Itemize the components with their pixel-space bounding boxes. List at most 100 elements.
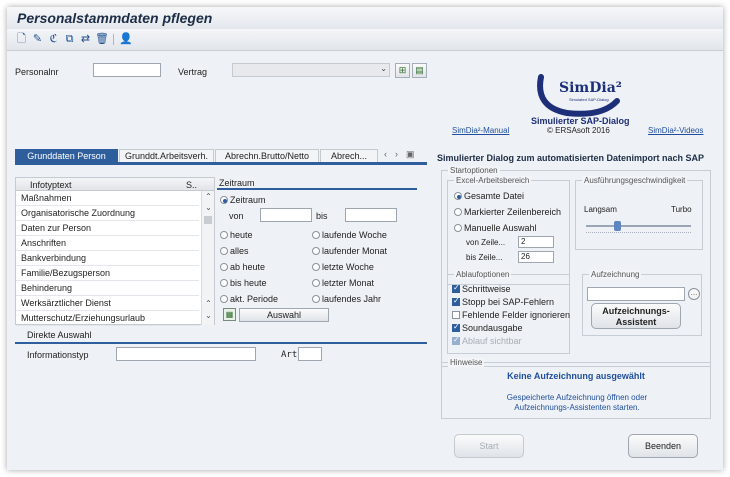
- bis-date-input[interactable]: [345, 208, 397, 222]
- checkbox-stopp-sap-fehler[interactable]: Stopp bei SAP-Fehlern: [452, 296, 554, 307]
- table-row[interactable]: Bankverbindung: [16, 251, 199, 266]
- tab-grunddt-arbeitsverh[interactable]: Grunddt.Arbeitsverh.: [119, 149, 214, 162]
- scroll-up-icon[interactable]: ⌃: [202, 192, 215, 201]
- start-button[interactable]: Start: [454, 434, 524, 458]
- checkbox-soundausgabe[interactable]: Soundausgabe: [452, 322, 523, 333]
- tab-abrechn-brutto-netto[interactable]: Abrechn.Brutto/Netto: [215, 149, 319, 162]
- von-zeile-input[interactable]: 2: [518, 236, 554, 248]
- radio-manuelle-auswahl[interactable]: Manuelle Auswahl: [454, 223, 537, 233]
- simdia-videos-link[interactable]: SimDia²-Videos: [648, 126, 703, 135]
- radio-dot: [312, 295, 320, 303]
- personalnr-label: Personalnr: [15, 67, 59, 77]
- aufzeichnungs-assistent-button[interactable]: Aufzeichnungs-Assistent: [591, 303, 681, 329]
- radio-alles[interactable]: alles: [220, 246, 249, 256]
- radio-dot: [312, 247, 320, 255]
- checkbox-box: [452, 335, 460, 345]
- infotype-col-status: S..: [186, 180, 198, 190]
- hinweise-text: Gespeicherte Aufzeichnung öffnen oder Au…: [506, 393, 648, 412]
- zeitraum-header: Zeitraum: [217, 177, 417, 190]
- radio-dot: [312, 279, 320, 287]
- radio-letzte-woche[interactable]: letzte Woche: [312, 262, 374, 272]
- simdia-heading: Simulierter Dialog zum automatisierten D…: [437, 153, 705, 163]
- simdia-manual-link[interactable]: SimDia²-Manual: [452, 126, 509, 135]
- radio-dot: [312, 231, 320, 239]
- radio-laufendes-jahr[interactable]: laufendes Jahr: [312, 294, 381, 304]
- radio-dot: [220, 247, 228, 255]
- zeitraum-group: Zeitraum Zeitraum von bis heute alles ab…: [217, 177, 417, 325]
- user-icon[interactable]: 👤: [119, 33, 133, 46]
- bis-zeile-label: bis Zeile...: [466, 253, 503, 262]
- scroll-up-icon[interactable]: ⌃: [202, 299, 215, 308]
- radio-bis-heute[interactable]: bis heute: [220, 278, 267, 288]
- sap-window: Personalstammdaten pflegen 🗋 ✎ ℭ ⧉ ⇄ 🗑 👤…: [7, 7, 723, 470]
- zeitraum-title: Zeitraum: [219, 178, 255, 188]
- art-label: Art: [281, 350, 298, 360]
- table-row[interactable]: Mutterschutz/Erziehungsurlaub: [16, 311, 199, 326]
- informationstyp-input[interactable]: [116, 347, 256, 361]
- ausfuehrungsgeschwindigkeit-group: Ausführungsgeschwindigkeit Langsam Turbo: [575, 176, 703, 250]
- chevron-down-icon: ⌄: [380, 64, 387, 73]
- aufzeichnung-input[interactable]: [587, 287, 685, 301]
- tab-underline: [15, 162, 427, 165]
- copy-icon[interactable]: ⧉: [63, 33, 76, 46]
- personalnr-input[interactable]: [93, 63, 161, 77]
- bis-label: bis: [316, 211, 328, 221]
- tab-next-icon[interactable]: ›: [395, 149, 398, 159]
- auswahl-button[interactable]: Auswahl: [239, 308, 329, 322]
- new-icon[interactable]: 🗋: [15, 33, 28, 46]
- radio-dot: [220, 263, 228, 271]
- display-icon[interactable]: ℭ: [47, 33, 60, 46]
- delete-icon[interactable]: 🗑: [95, 33, 109, 46]
- radio-markierter-zeilenbereich[interactable]: Markierter Zeilenbereich: [454, 207, 561, 217]
- scroll-thumb[interactable]: [204, 216, 212, 224]
- table-row[interactable]: Anschriften: [16, 236, 199, 251]
- scroll-down-icon[interactable]: ⌄: [202, 203, 215, 212]
- radio-akt-periode[interactable]: akt. Periode: [220, 294, 278, 304]
- direkte-auswahl-underline: [15, 342, 427, 344]
- table-row[interactable]: Daten zur Person: [16, 221, 199, 236]
- checkbox-ablauf-sichtbar: Ablauf sichtbar: [452, 335, 522, 346]
- table-row[interactable]: Maßnahmen: [16, 191, 199, 206]
- vertrag-select[interactable]: ⌄: [232, 63, 390, 77]
- speed-fast-label: Turbo: [671, 205, 692, 214]
- transfer-icon[interactable]: ⇄: [79, 33, 92, 46]
- tab-grunddaten-person[interactable]: Grunddaten Person: [15, 149, 118, 162]
- infotype-scrollbar[interactable]: ⌃ ⌄ ⌃ ⌄: [201, 191, 214, 325]
- edit-icon[interactable]: ✎: [31, 33, 44, 46]
- table-row[interactable]: Behinderung: [16, 281, 199, 296]
- radio-heute[interactable]: heute: [220, 230, 253, 240]
- org-structure-icon[interactable]: ⊞: [395, 63, 410, 78]
- radio-zeitraum[interactable]: Zeitraum: [220, 195, 266, 205]
- radio-laufende-woche[interactable]: laufende Woche: [312, 230, 387, 240]
- tab-abrech[interactable]: Abrech...: [320, 149, 378, 162]
- tab-list-icon[interactable]: ▣: [406, 149, 415, 160]
- radio-letzter-monat[interactable]: letzter Monat: [312, 278, 374, 288]
- bis-zeile-input[interactable]: 26: [518, 251, 554, 263]
- table-row[interactable]: Organisatorische Zuordnung: [16, 206, 199, 221]
- tab-prev-icon[interactable]: ‹: [384, 149, 387, 159]
- radio-gesamte-datei[interactable]: Gesamte Datei: [454, 191, 524, 201]
- radio-ab-heute[interactable]: ab heute: [220, 262, 265, 272]
- radio-dot: [454, 224, 462, 232]
- von-date-input[interactable]: [260, 208, 312, 222]
- speed-slider-track[interactable]: [586, 225, 691, 227]
- calendar-icon[interactable]: ▦: [223, 308, 236, 321]
- checkbox-schrittweise[interactable]: Schrittweise: [452, 283, 511, 294]
- table-row[interactable]: Werksärztlicher Dienst: [16, 296, 199, 311]
- scroll-down-icon[interactable]: ⌄: [202, 311, 215, 320]
- checkbox-box: [452, 283, 460, 293]
- radio-laufender-monat[interactable]: laufender Monat: [312, 246, 387, 256]
- radio-dot: [220, 279, 228, 287]
- browse-icon[interactable]: …: [688, 288, 700, 300]
- checkbox-fehlende-felder[interactable]: Fehlende Felder ignorieren: [452, 310, 570, 320]
- art-input[interactable]: [298, 347, 322, 361]
- speed-slider-thumb[interactable]: [614, 221, 621, 231]
- radio-dot: [220, 295, 228, 303]
- table-row[interactable]: Familie/Bezugsperson: [16, 266, 199, 281]
- excel-arbeitsbereich-title: Excel-Arbeitsbereich: [454, 176, 532, 185]
- radio-label: heute: [230, 230, 253, 240]
- beenden-button[interactable]: Beenden: [628, 434, 698, 458]
- infotype-col-text: Infotyptext: [30, 180, 72, 190]
- overview-icon[interactable]: ▤: [412, 63, 427, 78]
- radio-label: Gesamte Datei: [464, 191, 525, 201]
